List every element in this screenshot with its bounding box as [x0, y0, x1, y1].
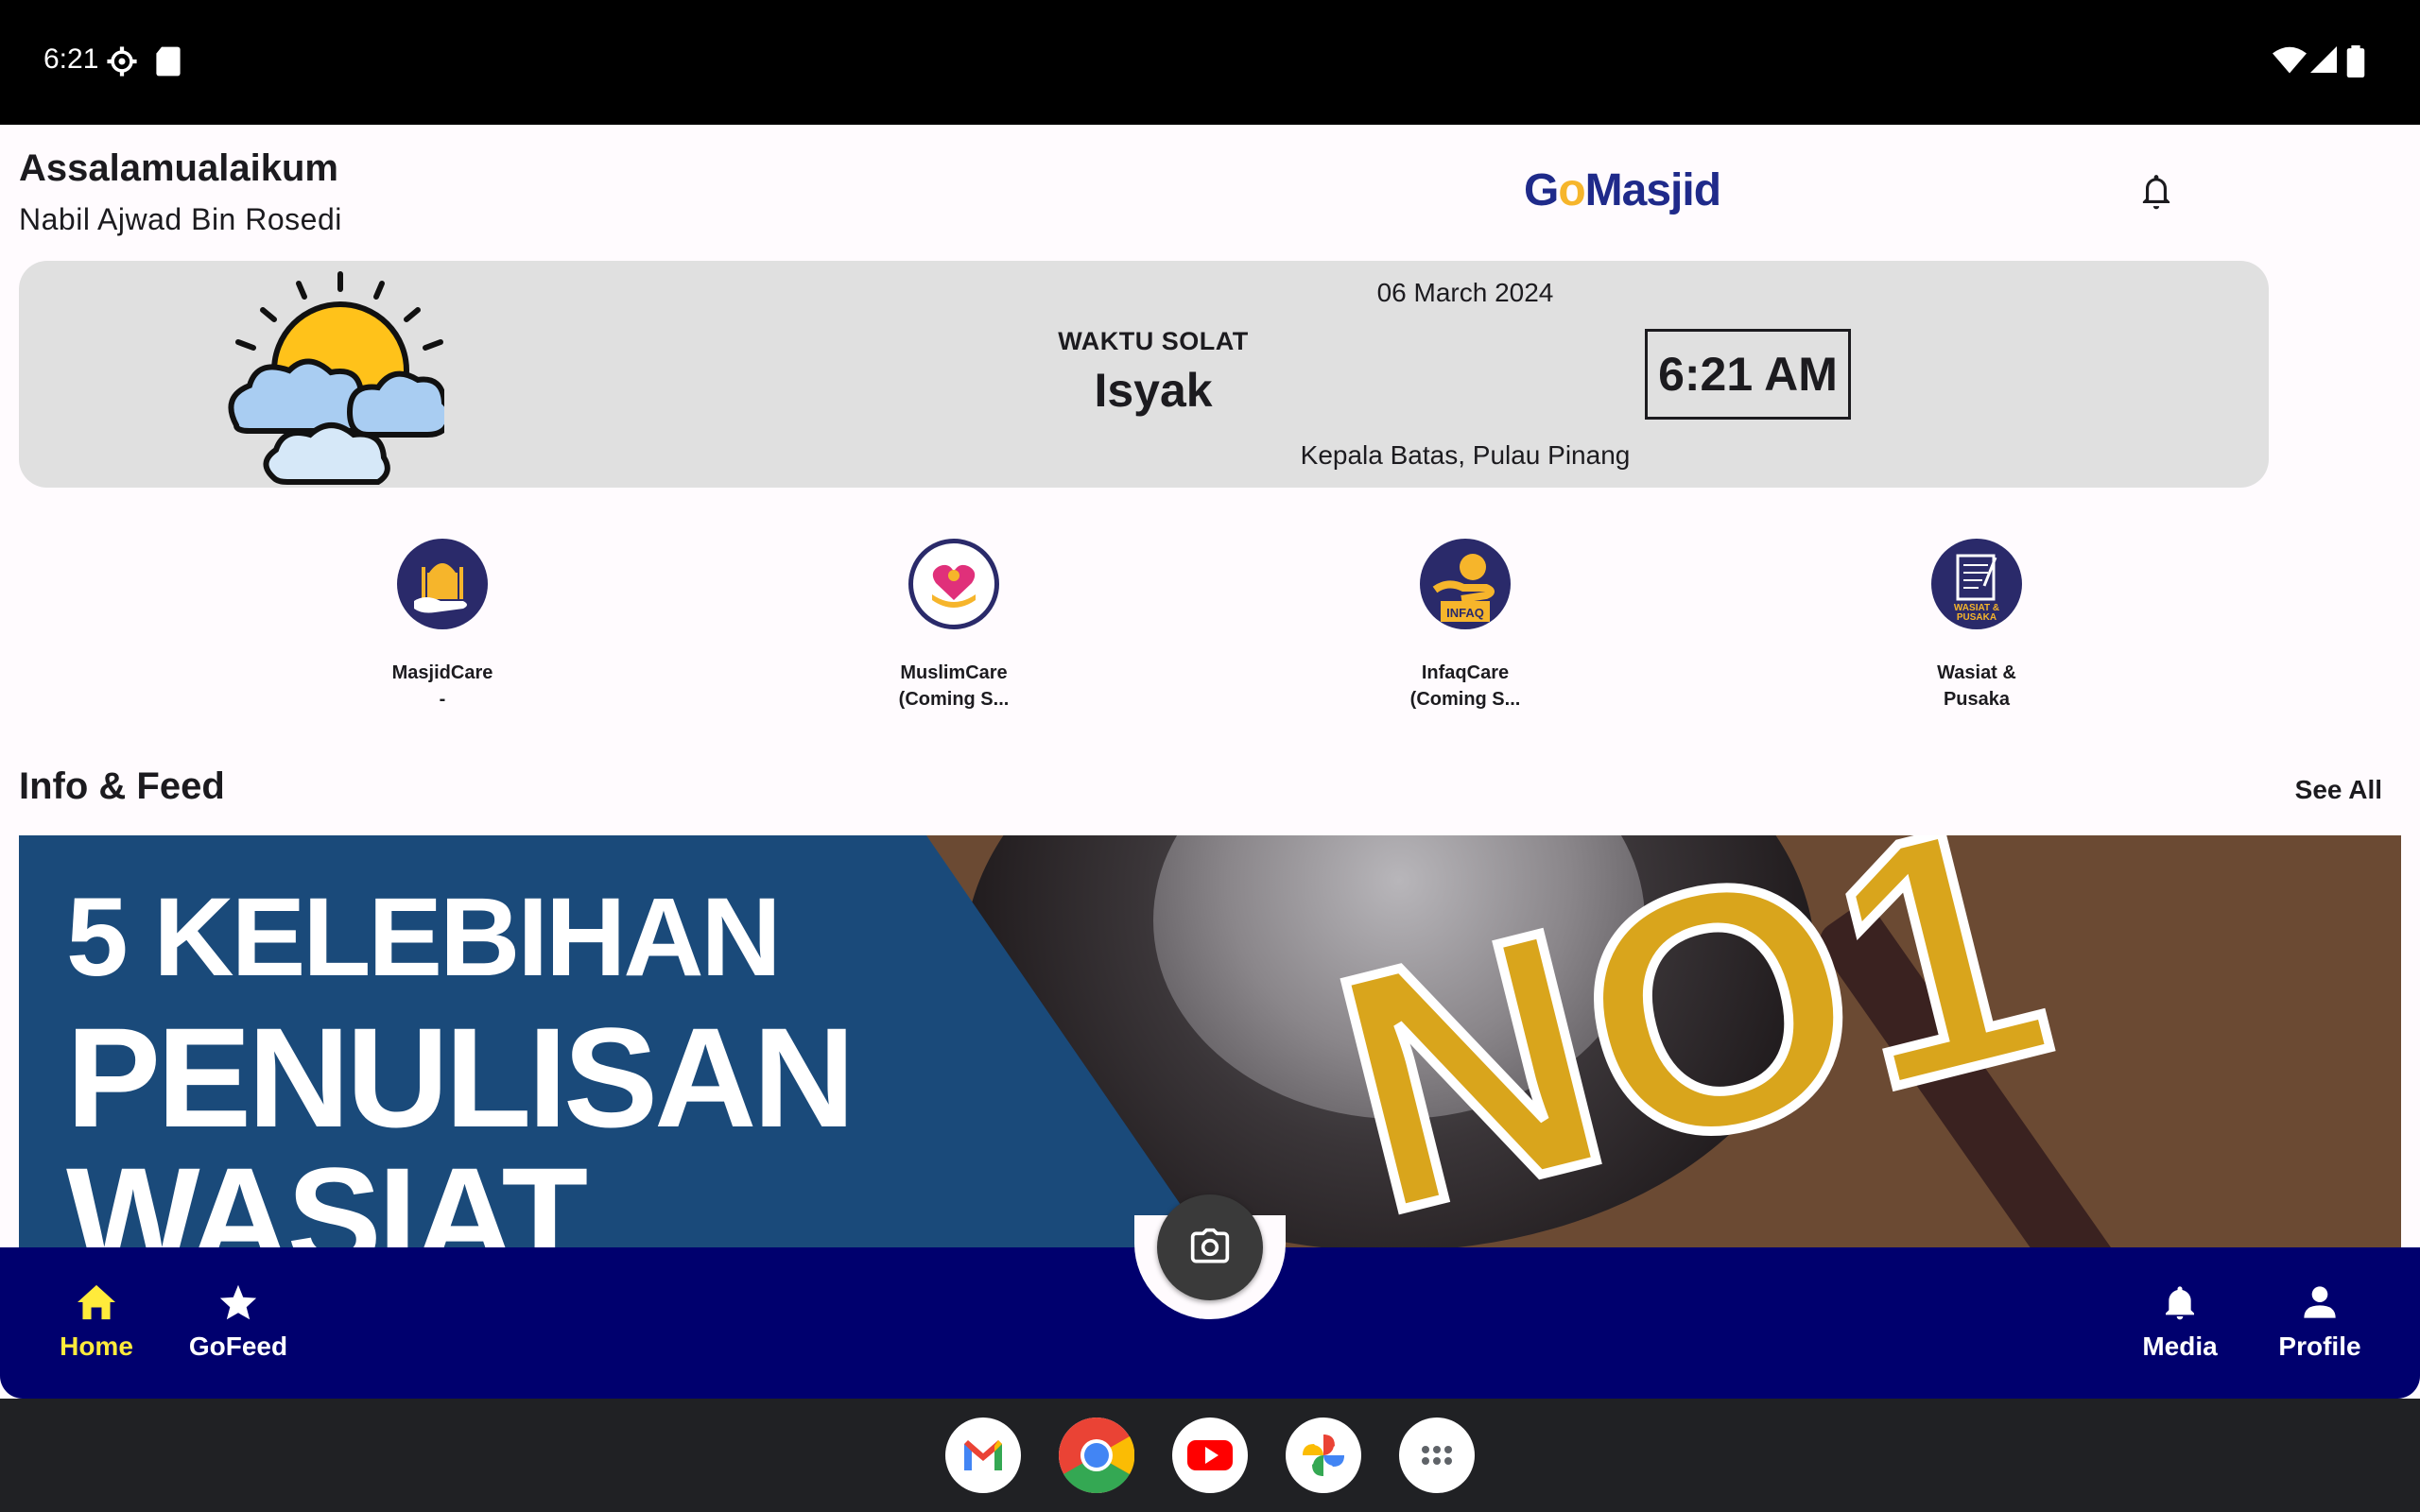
- bell-icon: [2166, 1286, 2194, 1320]
- app-header: Assalamualaikum Nabil Ajwad Bin Rosedi G…: [0, 125, 2420, 257]
- chrome-icon[interactable]: [1059, 1418, 1135, 1494]
- gmail-icon[interactable]: [945, 1418, 1021, 1493]
- signal-icon: [2310, 46, 2337, 73]
- feed-title: Info & Feed: [19, 765, 225, 807]
- nav-media-label: Media: [2142, 1332, 2218, 1361]
- service-label: Wasiat & Pusaka: [1937, 662, 2016, 710]
- nav-media[interactable]: Media: [2114, 1283, 2246, 1362]
- battery-icon: [2346, 45, 2365, 77]
- service-infaqcare[interactable]: INFAQ InfaqCare (Coming S...: [1371, 539, 1560, 713]
- banner-line-1: 5 KELEBIHAN: [66, 875, 782, 1000]
- service-masjidcare[interactable]: MasjidCare -: [348, 539, 537, 713]
- service-muslimcare[interactable]: MuslimCare (Coming S...: [859, 539, 1048, 713]
- nav-home[interactable]: Home: [30, 1283, 163, 1362]
- home-icon: [78, 1284, 115, 1320]
- infaqcare-icon: INFAQ: [1420, 539, 1511, 629]
- star-icon: [219, 1284, 257, 1320]
- wasiat-pusaka-icon: WASIAT & PUSAKA: [1931, 539, 2022, 629]
- youtube-icon[interactable]: [1172, 1418, 1248, 1493]
- camera-icon: [1190, 1228, 1230, 1263]
- current-time: 6:21 AM: [1645, 329, 1851, 420]
- service-label: MasjidCare -: [391, 662, 493, 710]
- status-time: 6:21: [43, 43, 99, 75]
- muslimcare-icon: [908, 539, 999, 629]
- nav-profile[interactable]: Profile: [2254, 1283, 2386, 1362]
- photos-icon[interactable]: [1286, 1418, 1361, 1493]
- bell-icon[interactable]: [2138, 172, 2174, 214]
- prayer-time-card: 06 March 2024 WAKTU SOLAT Isyak 6:21 AM …: [19, 261, 2269, 488]
- camera-button[interactable]: [1157, 1194, 1263, 1300]
- banner-line-3: WASIAT: [66, 1138, 588, 1247]
- gomasjid-logo: GoMasjid: [1524, 165, 1721, 215]
- person-icon: [2304, 1286, 2336, 1318]
- prayer-name: Isyak: [1094, 364, 1213, 417]
- service-wasiat-pusaka[interactable]: WASIAT & PUSAKA Wasiat & Pusaka: [1882, 539, 2071, 713]
- apps-icon[interactable]: [1399, 1418, 1475, 1493]
- service-label: MuslimCare (Coming S...: [898, 662, 1010, 710]
- settings-icon: [107, 46, 137, 77]
- status-bar: 6:21: [0, 0, 2420, 125]
- see-all-link[interactable]: See All: [2269, 775, 2382, 805]
- prayer-date: 06 March 2024: [1376, 278, 1554, 307]
- masjidcare-icon: [397, 539, 488, 629]
- user-name: Nabil Ajwad Bin Rosedi: [19, 202, 342, 236]
- svg-text:PUSAKA: PUSAKA: [1957, 612, 1996, 623]
- banner-badge: NO1: [1301, 835, 2081, 1247]
- service-label: InfaqCare (Coming S...: [1409, 662, 1521, 710]
- sd-card-icon: [156, 46, 181, 77]
- nav-home-label: Home: [60, 1332, 133, 1361]
- services-row: MasjidCare - MuslimCare (Coming S... INFAQ…: [0, 539, 2420, 728]
- svg-text:INFAQ: INFAQ: [1446, 606, 1484, 620]
- wifi-icon: [2273, 46, 2307, 74]
- prayer-location: Kepala Batas, Pulau Pinang: [1300, 440, 1631, 470]
- prayer-label: WAKTU SOLAT: [1058, 327, 1249, 355]
- greeting: Assalamualaikum: [19, 147, 338, 189]
- nav-profile-label: Profile: [2278, 1332, 2361, 1361]
- feed-banner[interactable]: 5 KELEBIHAN PENULISAN WASIAT NO1: [19, 835, 2401, 1247]
- nav-gofeed[interactable]: GoFeed: [172, 1283, 304, 1362]
- nav-gofeed-label: GoFeed: [188, 1332, 288, 1361]
- sun-cloud-icon: [228, 271, 444, 485]
